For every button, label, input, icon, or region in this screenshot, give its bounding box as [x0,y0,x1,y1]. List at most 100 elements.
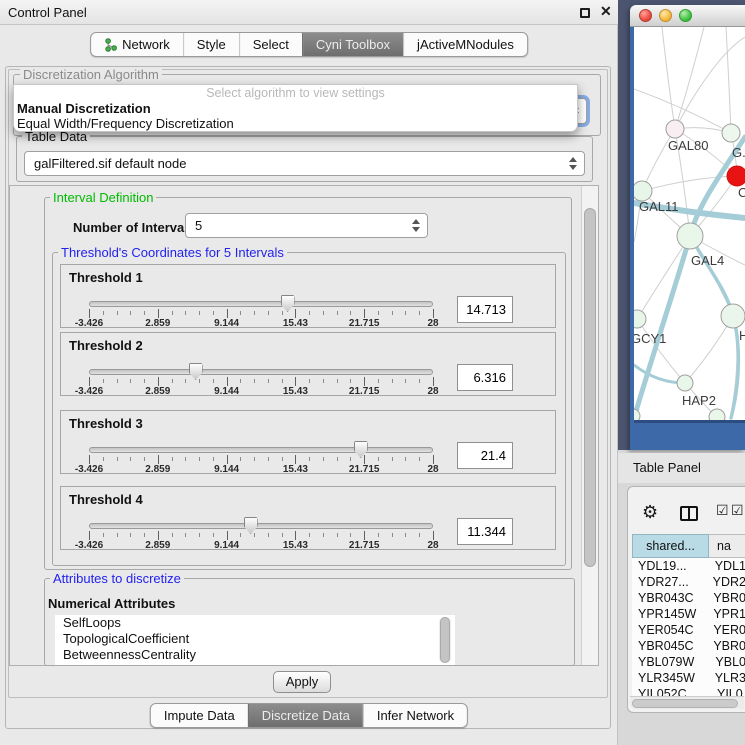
slider-tick [392,311,393,315]
zoom-traffic-light-icon[interactable] [679,9,692,22]
network-node[interactable] [634,310,646,328]
table-row[interactable]: YLR345WYLR3 [632,670,745,686]
table-row[interactable]: YER054CYER0 [632,622,745,638]
table-row[interactable]: YBR043CYBR0 [632,590,745,606]
network-view-window: GAL80G.CGAL11GAL4GCY1HHAP2 [630,5,745,450]
gear-icon[interactable]: ⚙ [642,503,658,521]
network-node[interactable] [727,166,745,186]
threshold-value-field[interactable] [457,518,513,545]
table-row[interactable]: YBR045CYBR0 [632,638,745,654]
tab-discretize-data[interactable]: Discretize Data [248,704,363,727]
table-cell[interactable]: YLR345W [632,670,707,686]
slider-tick [268,457,269,461]
table-cell[interactable]: YIL0 [709,686,743,696]
slider-tick [337,533,338,537]
table-row[interactable]: YDR27...YDR2 [632,574,745,590]
horizontal-scrollbar-thumb[interactable] [632,699,738,708]
numerical-attributes-list[interactable]: SelfLoopsTopologicalCoefficientBetweenne… [55,615,455,665]
horizontal-scrollbar[interactable] [630,696,744,709]
network-node[interactable] [634,181,652,201]
threshold-value-field[interactable] [457,442,513,469]
slider-track[interactable] [89,301,433,307]
slider-tick [350,379,351,383]
dropdown-item-manual-discretization[interactable]: Manual Discretization [14,101,577,116]
table-cell[interactable]: YER0 [705,622,745,638]
threshold-value-field[interactable] [457,364,513,391]
float-window-icon[interactable] [580,8,590,18]
numerical-attributes-label: Numerical Attributes [48,596,175,611]
slider-track[interactable] [89,523,433,529]
table-cell[interactable]: YLR3 [707,670,745,686]
slider-tick [89,377,90,386]
threshold-value-field[interactable] [457,296,513,323]
minimize-traffic-light-icon[interactable] [659,9,672,22]
table-row[interactable]: YPR145WYPR1 [632,606,745,622]
threshold-1-slider[interactable]: -3.4262.8599.14415.4321.71528 [89,295,433,329]
column-header-shared[interactable]: shared... [632,534,709,558]
network-node[interactable] [677,223,703,249]
dropdown-placeholder-item[interactable]: Select algorithm to view settings [14,85,577,101]
attribute-item[interactable]: SelfLoops [55,615,455,631]
slider-tick [130,379,131,383]
number-of-intervals-value: 5 [195,214,202,237]
column-header-name[interactable]: na [709,534,745,558]
slider-tick [309,311,310,315]
table-row[interactable]: YBL079WYBL0 [632,654,745,670]
threshold-3-panel: Threshold 3 -3.4262.8599.14415.4321.7152… [60,410,556,474]
table-row[interactable]: YDL19...YDL1 [632,558,745,574]
vertical-scrollbar-thumb[interactable] [584,208,596,567]
checkbox-checked-icon[interactable]: ☑ [731,502,744,519]
list-scrollbar-thumb[interactable] [440,617,450,663]
table-cell[interactable]: YBL0 [707,654,745,670]
table-data-combobox[interactable]: galFiltered.sif default node [24,151,585,176]
attribute-item[interactable]: BetweennessCentrality [55,647,455,663]
tab-infer-network[interactable]: Infer Network [363,704,467,727]
attribute-item[interactable]: TopologicalCoefficient [55,631,455,647]
close-icon[interactable]: ✕ [600,3,612,20]
slider-tick [144,533,145,537]
threshold-3-slider[interactable]: -3.4262.8599.14415.4321.71528 [89,441,433,475]
tab-impute-data[interactable]: Impute Data [151,704,248,727]
number-of-intervals-combobox[interactable]: 5 [185,213,428,238]
tab-network[interactable]: Network [91,33,183,56]
table-cell[interactable]: YDL1 [707,558,745,574]
table-cell[interactable]: YBR043C [632,590,705,606]
table-cell[interactable]: YIL052C [632,686,709,696]
vertical-scrollbar[interactable] [581,186,598,665]
threshold-2-panel: Threshold 2 -3.4262.8599.14415.4321.7152… [60,332,556,396]
table-cell[interactable]: YBR045C [632,638,705,654]
tab-select[interactable]: Select [239,33,302,56]
network-node[interactable] [634,409,640,420]
close-traffic-light-icon[interactable] [639,9,652,22]
dropdown-item-equal-width-frequency[interactable]: Equal Width/Frequency Discretization [14,116,577,131]
table-row[interactable]: YIL052CYIL0 [632,686,745,696]
table-cell[interactable]: YDR2 [705,574,745,590]
network-node[interactable] [721,304,745,328]
table-cell[interactable]: YBL079W [632,654,707,670]
apply-button[interactable]: Apply [273,671,331,693]
network-node[interactable] [677,375,693,391]
threshold-4-slider[interactable]: -3.4262.8599.14415.4321.71528 [89,517,433,551]
table-cell[interactable]: YPR1 [705,606,745,622]
network-canvas[interactable]: GAL80G.CGAL11GAL4GCY1HHAP2 [634,27,745,420]
table-cell[interactable]: YBR0 [705,638,745,654]
tab-cyni-toolbox[interactable]: Cyni Toolbox [302,33,403,56]
slider-track[interactable] [89,447,433,453]
table-cell[interactable]: YER054C [632,622,705,638]
table-cell[interactable]: YBR0 [705,590,745,606]
tab-jactivemnodules[interactable]: jActiveMNodules [403,33,527,56]
slider-tick [185,533,186,537]
table-cell[interactable]: YDR27... [632,574,705,590]
slider-tick [213,311,214,315]
network-node[interactable] [709,409,725,420]
table-cell[interactable]: YDL19... [632,558,707,574]
checkbox-checked-icon[interactable]: ☑ [716,502,729,519]
threshold-2-slider[interactable]: -3.4262.8599.14415.4321.71528 [89,363,433,397]
list-scrollbar[interactable] [439,617,451,663]
network-node[interactable] [666,120,684,138]
slider-track[interactable] [89,369,433,375]
network-node[interactable] [722,124,740,142]
columns-icon[interactable] [680,506,698,521]
table-cell[interactable]: YPR145W [632,606,705,622]
tab-style[interactable]: Style [183,33,239,56]
